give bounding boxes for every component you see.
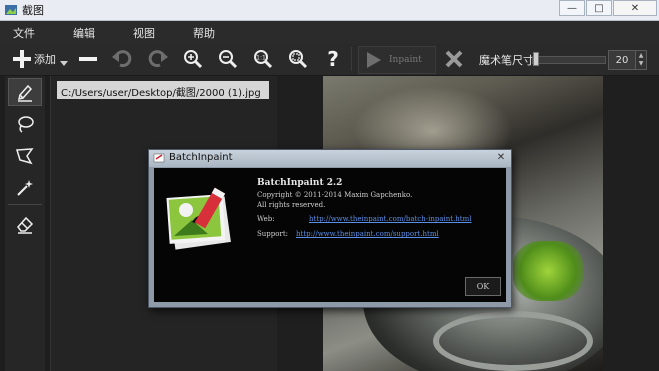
menu-edit[interactable]: 编辑 — [73, 25, 95, 41]
undo-button[interactable] — [112, 47, 134, 71]
fit-icon — [289, 50, 308, 69]
about-dialog: BatchInpaint ✕ BatchInpaint 2.2 Copyrigh… — [148, 149, 512, 308]
magic-wand-icon — [17, 180, 33, 196]
dialog-body: BatchInpaint 2.2 Copyright © 2011-2014 M… — [154, 168, 506, 302]
brush-size-input[interactable]: 20 — [608, 50, 636, 70]
redo-button[interactable] — [146, 47, 168, 71]
title-bar: 截图 — □ ✕ — [0, 0, 659, 21]
clear-icon — [445, 50, 463, 68]
about-rights: All rights reserved. — [257, 201, 326, 209]
tool-palette — [5, 76, 45, 371]
menu-file[interactable]: 文件 — [13, 25, 35, 41]
polygon-lasso-icon — [16, 148, 34, 165]
step-up-icon[interactable]: ▲ — [639, 52, 644, 60]
menu-view[interactable]: 视图 — [133, 25, 155, 41]
about-web-link[interactable]: http://www.theinpaint.com/batch-inpaint.… — [309, 215, 472, 223]
about-support-label: Support: — [257, 230, 288, 238]
svg-text:?: ? — [327, 48, 339, 70]
zoom-in-icon — [184, 50, 203, 69]
help-button[interactable]: ? — [324, 47, 342, 71]
actual-size-button[interactable]: 1:1 — [253, 47, 273, 71]
zoom-in-button[interactable] — [183, 47, 203, 71]
menu-help[interactable]: 帮助 — [193, 25, 215, 41]
undo-icon — [112, 50, 132, 68]
polygon-lasso-tool[interactable] — [8, 142, 42, 170]
window-title: 截图 — [22, 4, 44, 17]
inpaint-button[interactable]: Inpaint — [358, 46, 436, 74]
about-app-name: BatchInpaint 2.2 — [257, 178, 343, 188]
play-icon — [367, 52, 381, 68]
zoom-out-icon — [219, 50, 238, 69]
minus-icon — [79, 57, 97, 61]
add-label: 添加 — [34, 53, 56, 66]
add-button[interactable]: 添加 — [12, 47, 56, 71]
remove-button[interactable] — [78, 47, 98, 71]
file-list-item[interactable]: C:/Users/user/Desktop/截图/2000 (1).jpg — [57, 81, 269, 99]
plus-icon — [13, 50, 31, 68]
ok-button[interactable]: OK — [465, 277, 501, 296]
redo-icon — [148, 50, 168, 68]
about-web-label: Web: — [257, 215, 275, 223]
magic-wand-tool[interactable] — [8, 174, 42, 202]
brush-size-slider[interactable] — [532, 56, 606, 64]
maximize-icon: □ — [594, 2, 604, 14]
marker-tool[interactable] — [8, 78, 42, 106]
close-icon: ✕ — [630, 2, 640, 14]
dropdown-arrow-icon — [60, 61, 68, 66]
minimize-button[interactable]: — — [559, 0, 585, 16]
minimize-icon: — — [567, 2, 577, 14]
brush-size-label: 魔术笔尺寸 — [479, 54, 534, 67]
svg-text:1:1: 1:1 — [256, 55, 266, 62]
slider-thumb[interactable] — [533, 52, 539, 66]
actual-size-icon: 1:1 — [254, 50, 273, 69]
dialog-app-icon — [153, 153, 165, 163]
batchinpaint-logo-icon — [166, 187, 231, 250]
lasso-icon — [18, 116, 34, 133]
clear-button[interactable] — [444, 47, 464, 71]
about-support-link[interactable]: http://www.theinpaint.com/support.html — [296, 230, 439, 238]
lasso-tool[interactable] — [8, 110, 42, 138]
dialog-title: BatchInpaint — [169, 152, 233, 163]
zoom-out-button[interactable] — [218, 47, 238, 71]
step-down-icon[interactable]: ▼ — [639, 60, 644, 68]
about-copyright: Copyright © 2011-2014 Maxim Gapchenko. — [257, 191, 413, 199]
maximize-button[interactable]: □ — [586, 0, 612, 16]
inpaint-label: Inpaint — [389, 55, 422, 65]
help-icon: ? — [327, 48, 339, 70]
app-icon — [5, 5, 17, 15]
fit-button[interactable] — [288, 47, 308, 71]
close-button[interactable]: ✕ — [613, 0, 657, 16]
brush-size-stepper[interactable]: ▲ ▼ — [635, 50, 647, 70]
marker-icon — [17, 84, 33, 102]
eraser-icon — [17, 216, 34, 234]
menu-bar: 文件 编辑 视图 帮助 — [0, 21, 659, 43]
eraser-tool[interactable] — [8, 210, 42, 238]
add-dropdown[interactable] — [60, 57, 68, 71]
dialog-close-icon[interactable]: ✕ — [495, 152, 507, 164]
dialog-title-bar: BatchInpaint ✕ — [149, 150, 511, 167]
